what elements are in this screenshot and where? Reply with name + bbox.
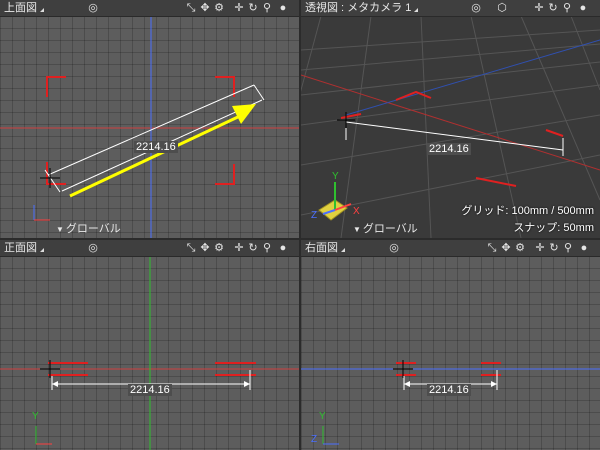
view-selector[interactable]: 透視図 : メタカメラ 1 — [305, 0, 419, 16]
dimension-label: 2214.16 — [128, 384, 172, 396]
viewport-toolbar: 正面図 ◎ ⤡ ✥ ⚙ ✛ ↻ ⚲ ● — [0, 240, 299, 257]
rotate-icon[interactable]: ↻ — [246, 0, 260, 16]
zoom-icon[interactable]: ⚲ — [260, 240, 274, 256]
gear-icon[interactable]: ⚙ — [212, 240, 226, 256]
axis-y-label: Y — [332, 171, 339, 182]
axis-z-label: Z — [311, 210, 318, 221]
pan-icon[interactable]: ✥ — [198, 240, 212, 256]
front-scene — [0, 256, 299, 450]
view-selector[interactable]: 正面図 — [4, 240, 44, 256]
shading-icon[interactable]: ● — [276, 240, 290, 256]
corner-icon — [414, 8, 419, 12]
snap-info: スナップ: 50mm — [513, 222, 594, 234]
dropdown-arrow-icon: ▼ — [353, 225, 361, 234]
grid-info: グリッド: 100mm / 500mm — [461, 205, 594, 217]
gear-icon[interactable]: ⚙ — [212, 0, 226, 16]
resize-icon[interactable]: ⤡ — [184, 0, 198, 16]
zoom-icon[interactable]: ⚲ — [561, 240, 575, 256]
view-selector[interactable]: 上面図 — [4, 0, 44, 16]
move-icon[interactable]: ✛ — [533, 240, 547, 256]
resize-icon[interactable]: ⤡ — [184, 240, 198, 256]
shading-icon[interactable]: ● — [577, 240, 591, 256]
right-scene — [301, 360, 600, 445]
rotate-icon[interactable]: ↻ — [547, 240, 561, 256]
target-icon[interactable]: ◎ — [387, 240, 401, 256]
axis-z-label: Z — [311, 434, 318, 445]
gear-icon[interactable]: ⚙ — [513, 240, 527, 256]
pan-icon[interactable]: ✥ — [499, 240, 513, 256]
rotate-icon[interactable]: ↻ — [546, 0, 560, 16]
viewport-toolbar: 右面図 ◎ ⤡ ✥ ⚙ ✛ ↻ ⚲ ● — [301, 240, 600, 257]
move-icon[interactable]: ✛ — [232, 0, 246, 16]
zoom-icon[interactable]: ⚲ — [560, 0, 574, 16]
cube-icon[interactable]: ⬡ — [495, 0, 509, 16]
shading-icon[interactable]: ● — [576, 0, 590, 16]
move-icon[interactable]: ✛ — [232, 240, 246, 256]
viewport-toolbar: 上面図 ◎ ⤡ ✥ ⚙ ✛ ↻ ⚲ ● — [0, 0, 299, 17]
corner-icon — [341, 248, 345, 252]
viewport-top[interactable]: 2214.16 ▼ グローバル 上面図 ◎ ⤡ ✥ ⚙ ✛ ↻ ⚲ ● — [0, 0, 299, 238]
viewport-front[interactable]: 2214.16 Y 正面図 ◎ ⤡ ✥ ⚙ ✛ ↻ ⚲ ● — [0, 240, 299, 450]
shading-icon[interactable]: ● — [276, 0, 290, 16]
corner-icon — [40, 248, 44, 252]
viewport-right[interactable]: 2214.16 Y Z 右面図 ◎ ⤡ ✥ ⚙ ✛ ↻ ⚲ ● — [301, 240, 600, 450]
rotate-icon[interactable]: ↻ — [246, 240, 260, 256]
move-icon[interactable]: ✛ — [532, 0, 546, 16]
corner-icon — [40, 8, 44, 12]
axis-y-label: Y — [319, 411, 326, 422]
viewport-perspective[interactable]: 2214.16 Y X Z ▼ グローバル グリッド: 100mm / 500mm… — [301, 0, 600, 238]
pan-icon[interactable]: ✥ — [198, 0, 212, 16]
viewport-toolbar: 透視図 : メタカメラ 1 ◎ ⬡ ✛ ↻ ⚲ ● — [301, 0, 600, 17]
dropdown-arrow-icon: ▼ — [56, 225, 64, 234]
top-scene — [0, 16, 299, 238]
target-icon[interactable]: ◎ — [86, 0, 100, 16]
coordinate-mode-dropdown[interactable]: ▼ グローバル — [353, 220, 418, 236]
resize-icon[interactable]: ⤡ — [485, 240, 499, 256]
dimension-label: 2214.16 — [427, 143, 471, 155]
dimension-label: 2214.16 — [427, 384, 471, 396]
target-icon[interactable]: ◎ — [469, 0, 483, 16]
view-selector[interactable]: 右面図 — [305, 240, 345, 256]
axis-y-label: Y — [32, 411, 39, 422]
axis-x-label: X — [353, 206, 360, 217]
target-icon[interactable]: ◎ — [86, 240, 100, 256]
zoom-icon[interactable]: ⚲ — [260, 0, 274, 16]
coordinate-mode-dropdown[interactable]: ▼ グローバル — [56, 220, 121, 236]
dimension-label: 2214.16 — [134, 141, 178, 153]
